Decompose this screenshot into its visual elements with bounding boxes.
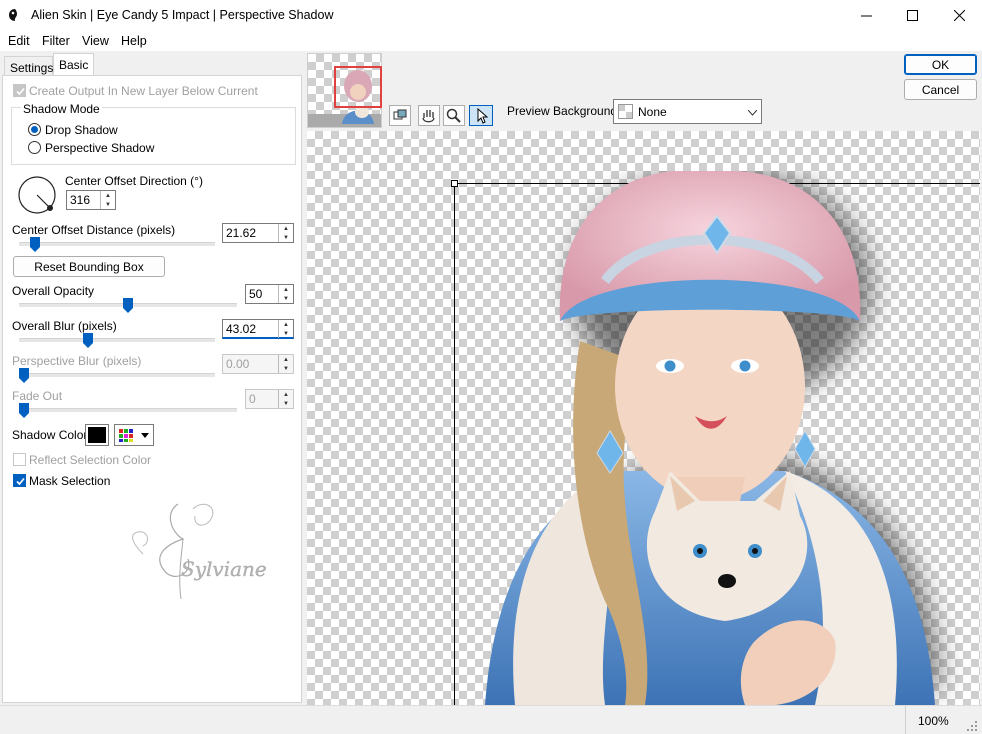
menu-edit[interactable]: Edit (8, 34, 30, 48)
window-title: Alien Skin | Eye Candy 5 Impact | Perspe… (31, 8, 334, 22)
zoom-level: 100% (918, 714, 949, 728)
cancel-button[interactable]: Cancel (904, 79, 977, 100)
distance-slider[interactable] (19, 242, 215, 246)
opacity-input[interactable]: 50 ▲ ▼ (245, 284, 294, 304)
spin-up-icon[interactable]: ▲ (279, 224, 293, 233)
direction-input[interactable]: 316 ▲ ▼ (66, 190, 116, 210)
drop-shadow-label: Drop Shadow (45, 123, 118, 137)
menu-view[interactable]: View (82, 34, 109, 48)
shadow-mode-label: Shadow Mode (21, 102, 102, 116)
spin-down-icon[interactable]: ▼ (279, 329, 293, 338)
background-swatch-icon (618, 104, 633, 119)
spin-up-icon[interactable]: ▲ (101, 191, 115, 200)
basic-tab-body: Create Output In New Layer Below Current… (2, 75, 302, 703)
opacity-label: Overall Opacity (12, 284, 95, 298)
preview-canvas[interactable] (307, 131, 980, 705)
perspective-shadow-radio[interactable] (28, 141, 41, 154)
create-output-label: Create Output In New Layer Below Current (29, 84, 258, 98)
direction-label: Center Offset Direction (°) (65, 174, 203, 188)
spin-down-icon[interactable]: ▼ (279, 399, 293, 408)
fade-out-input[interactable]: 0 ▲ ▼ (245, 389, 294, 409)
zoom-fit-icon[interactable] (389, 105, 411, 126)
close-icon[interactable] (936, 0, 982, 31)
opacity-slider-thumb[interactable] (123, 298, 133, 313)
spin-up-icon[interactable]: ▲ (279, 320, 293, 329)
spin-down-icon[interactable]: ▼ (279, 364, 293, 373)
ok-button[interactable]: OK (904, 54, 977, 75)
spin-up-icon[interactable]: ▲ (279, 285, 293, 294)
hand-icon[interactable] (418, 105, 440, 126)
spin-up-icon[interactable]: ▲ (279, 390, 293, 399)
navigator-viewport[interactable] (334, 66, 382, 108)
direction-dial[interactable] (16, 174, 58, 216)
tab-basic[interactable]: Basic (53, 53, 94, 75)
menu-help[interactable]: Help (121, 34, 147, 48)
perspective-blur-slider-thumb[interactable] (19, 368, 29, 383)
status-divider (905, 706, 906, 734)
blur-slider[interactable] (19, 338, 215, 342)
svg-text:Sylviane: Sylviane (181, 557, 267, 581)
distance-input[interactable]: 21.62 ▲ ▼ (222, 223, 294, 243)
preview-image (485, 171, 941, 705)
mask-selection-checkbox[interactable] (13, 474, 26, 487)
status-bar: 100% (0, 705, 982, 734)
minimize-icon[interactable] (843, 0, 889, 31)
watermark-logo: Sylviane (132, 503, 267, 600)
shadow-color-swatch[interactable] (85, 424, 109, 446)
blur-slider-thumb[interactable] (83, 333, 93, 348)
perspective-blur-label: Perspective Blur (pixels) (12, 354, 142, 368)
fade-out-slider[interactable] (19, 408, 237, 412)
perspective-blur-slider[interactable] (19, 373, 215, 377)
tab-settings[interactable]: Settings (4, 56, 53, 75)
reset-bounding-box-button[interactable]: Reset Bounding Box (13, 256, 165, 277)
blur-label: Overall Blur (pixels) (12, 319, 117, 333)
app-icon (9, 9, 17, 21)
mask-selection-label: Mask Selection (29, 474, 111, 488)
drop-shadow-radio[interactable] (28, 123, 41, 136)
spin-up-icon[interactable]: ▲ (279, 355, 293, 364)
create-output-checkbox[interactable] (13, 84, 26, 97)
preview-background-label: Preview Background: (507, 104, 621, 118)
fade-out-slider-thumb[interactable] (19, 403, 29, 418)
spin-down-icon[interactable]: ▼ (279, 233, 293, 242)
preview-panel: Preview Background: None (305, 51, 982, 705)
chevron-down-icon (748, 110, 757, 116)
reflect-selection-label: Reflect Selection Color (29, 453, 152, 467)
distance-slider-thumb[interactable] (30, 237, 40, 252)
color-picker-button[interactable] (114, 424, 154, 446)
distance-label: Center Offset Distance (pixels) (12, 223, 176, 237)
shadow-color-label: Shadow Color (12, 428, 88, 442)
title-bar: Alien Skin | Eye Candy 5 Impact | Perspe… (0, 0, 982, 31)
resize-grip-icon[interactable] (966, 720, 978, 732)
spin-down-icon[interactable]: ▼ (279, 294, 293, 303)
menu-bar: Edit Filter View Help (0, 31, 982, 51)
preview-background-select[interactable]: None (613, 99, 762, 124)
magnifier-icon[interactable] (443, 105, 465, 126)
chevron-down-icon (141, 433, 149, 438)
maximize-icon[interactable] (889, 0, 935, 31)
reflect-selection-checkbox[interactable] (13, 453, 26, 466)
navigator-thumbnail[interactable] (307, 53, 382, 128)
fade-out-label: Fade Out (12, 389, 63, 403)
settings-panel: Settings Basic Create Output In New Laye… (0, 51, 305, 705)
perspective-blur-input[interactable]: 0.00 ▲ ▼ (222, 354, 294, 374)
color-palette-icon (119, 429, 133, 442)
pointer-icon[interactable] (469, 105, 493, 126)
spin-down-icon[interactable]: ▼ (101, 200, 115, 209)
perspective-shadow-label: Perspective Shadow (45, 141, 155, 155)
blur-input[interactable]: 43.02 ▲ ▼ (222, 319, 294, 339)
menu-filter[interactable]: Filter (42, 34, 70, 48)
